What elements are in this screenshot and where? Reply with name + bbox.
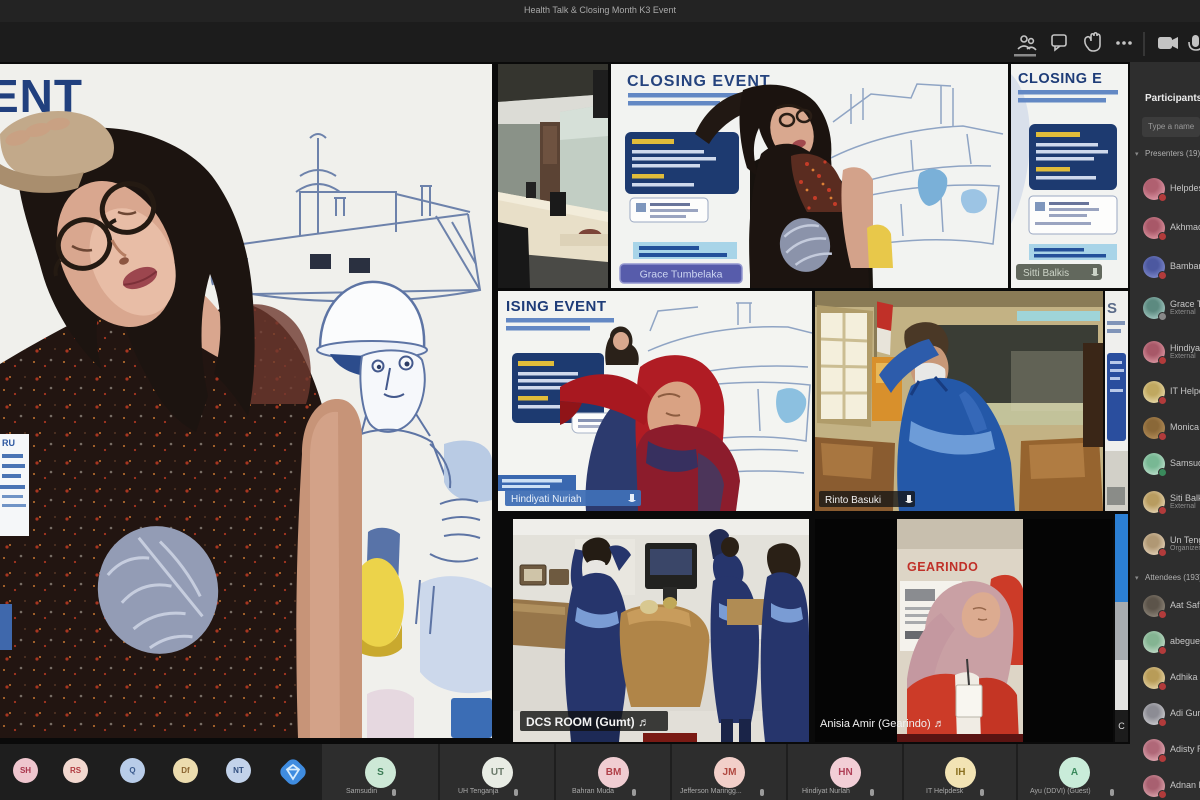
svg-text:Grace Tumbelaka: Grace Tumbelaka: [640, 269, 723, 281]
svg-text:Sitti Balkis: Sitti Balkis: [1023, 268, 1069, 279]
svg-text:DCS ROOM (Gumt) ♬: DCS ROOM (Gumt) ♬: [526, 715, 650, 729]
svg-text:Anisia Amir (Gearindo) ♬: Anisia Amir (Gearindo) ♬: [820, 718, 945, 730]
svg-text:GEARINDO: GEARINDO: [907, 560, 978, 574]
svg-text:CLOSING E: CLOSING E: [1018, 71, 1102, 87]
svg-text:S: S: [1107, 300, 1117, 317]
svg-text:Rinto Basuki: Rinto Basuki: [825, 495, 881, 506]
svg-text:ISING EVENT: ISING EVENT: [506, 298, 607, 315]
svg-text:CLOSING EVENT: CLOSING EVENT: [627, 73, 771, 90]
svg-text:Hindiyati Nuriah: Hindiyati Nuriah: [511, 494, 582, 505]
svg-text:RU: RU: [2, 438, 15, 448]
